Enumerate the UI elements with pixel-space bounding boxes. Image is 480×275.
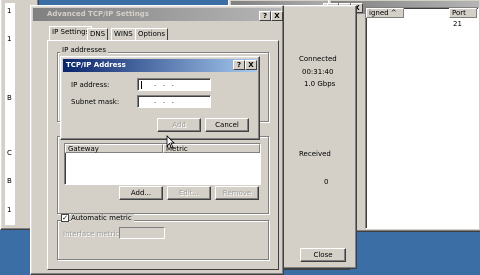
- help-button[interactable]: ?: [233, 60, 245, 70]
- connection-status: Connected: [299, 55, 337, 63]
- help-button[interactable]: ?: [259, 11, 271, 21]
- port-cell: 21: [453, 20, 462, 28]
- add-gateway-button[interactable]: Add...: [119, 186, 163, 200]
- close-button[interactable]: X: [245, 60, 257, 70]
- column-header[interactable]: igned ^: [366, 8, 404, 18]
- sidebar-glyph: 1: [7, 35, 12, 43]
- ip-address-input[interactable]: . . .: [137, 78, 211, 91]
- text-cursor: [141, 81, 142, 89]
- tab-ip-settings[interactable]: IP Settings: [49, 26, 93, 40]
- connection-duration: 00:31:40: [302, 68, 334, 76]
- subnet-mask-input[interactable]: . . .: [137, 95, 211, 108]
- edit-gateway-button[interactable]: Edit...: [167, 186, 211, 200]
- metric-column-header[interactable]: Metric: [163, 144, 260, 153]
- tcpip-dialog-titlebar: TCP/IP Address: [63, 59, 257, 72]
- automatic-metric-checkbox[interactable]: ✓: [61, 214, 69, 222]
- sidebar-glyph: 1: [7, 206, 12, 214]
- close-button[interactable]: Close: [300, 248, 346, 262]
- column-header-port[interactable]: Port: [449, 8, 477, 18]
- metric-group: [57, 220, 269, 260]
- sidebar-glyph: B: [7, 94, 12, 102]
- cancel-button[interactable]: Cancel: [205, 118, 249, 132]
- remove-gateway-button[interactable]: Remove: [215, 186, 259, 200]
- automatic-metric-label: Automatic metric: [71, 214, 134, 222]
- subnet-mask-label: Subnet mask:: [71, 98, 120, 106]
- interface-metric-input[interactable]: [119, 227, 165, 239]
- sidebar-glyph: C: [7, 149, 12, 157]
- tcpip-address-dialog: TCP/IP Address ? X IP address: . . . Sub…: [60, 56, 260, 140]
- advanced-tcpip-dialog: Advanced TCP/IP Settings ? X IP Settings…: [30, 5, 284, 275]
- ip-addresses-label: IP addresses: [60, 46, 108, 54]
- subnet-mask-value: . . .: [154, 97, 175, 105]
- sidebar-glyph: B: [7, 177, 12, 185]
- right-window-list[interactable]: [365, 7, 479, 229]
- advanced-dialog-titlebar: Advanced TCP/IP Settings: [33, 8, 281, 21]
- ip-address-label: IP address:: [71, 81, 110, 89]
- received-label: Received: [299, 150, 331, 158]
- sidebar-glyph: 1: [7, 7, 12, 15]
- mouse-pointer-icon: [166, 135, 175, 149]
- close-button[interactable]: X: [271, 11, 283, 21]
- gateway-column-header[interactable]: Gateway: [65, 144, 163, 153]
- received-value: 0: [324, 178, 329, 186]
- add-button[interactable]: Add: [157, 118, 201, 132]
- ip-address-value: . . .: [154, 80, 175, 88]
- connection-speed: 1.0 Gbps: [304, 80, 336, 88]
- interface-metric-label: Interface metric:: [63, 230, 122, 238]
